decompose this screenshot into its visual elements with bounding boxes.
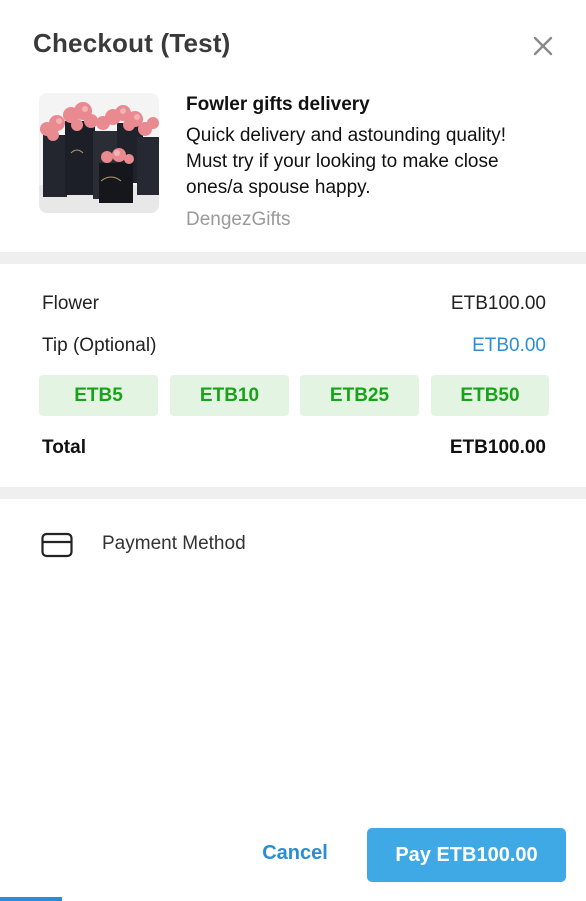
item-label: Flower — [42, 293, 100, 314]
total-value: ETB100.00 — [449, 437, 546, 458]
page-title: Checkout (Test) — [33, 28, 231, 58]
total-label: Total — [42, 437, 86, 458]
payment-method-label: Payment Method — [102, 533, 246, 554]
tip-option-button[interactable]: ETB25 — [300, 375, 419, 416]
bottom-accent — [0, 897, 62, 901]
payment-method-row[interactable]: Payment Method — [0, 520, 586, 570]
item-price: ETB100.00 — [450, 293, 546, 314]
tip-option-button[interactable]: ETB50 — [431, 375, 549, 416]
tip-option-button[interactable]: ETB5 — [39, 375, 158, 416]
section-divider — [0, 252, 586, 264]
close-icon[interactable] — [530, 33, 556, 59]
pay-button[interactable]: Pay ETB100.00 — [367, 828, 566, 882]
tip-value: ETB0.00 — [472, 335, 546, 356]
product-name: Fowler gifts delivery — [186, 94, 370, 115]
tip-label: Tip (Optional) — [42, 335, 157, 356]
checkout-header: Checkout (Test) Fowler gifts delivery Qu… — [0, 0, 586, 252]
section-divider — [0, 487, 586, 499]
shop-name: DengezGifts — [186, 209, 291, 230]
product-description: Quick delivery and astounding quality! M… — [186, 125, 507, 198]
cancel-button[interactable]: Cancel — [240, 828, 350, 878]
tip-option-button[interactable]: ETB10 — [170, 375, 289, 416]
product-image — [39, 93, 159, 213]
credit-card-icon — [41, 532, 73, 563]
